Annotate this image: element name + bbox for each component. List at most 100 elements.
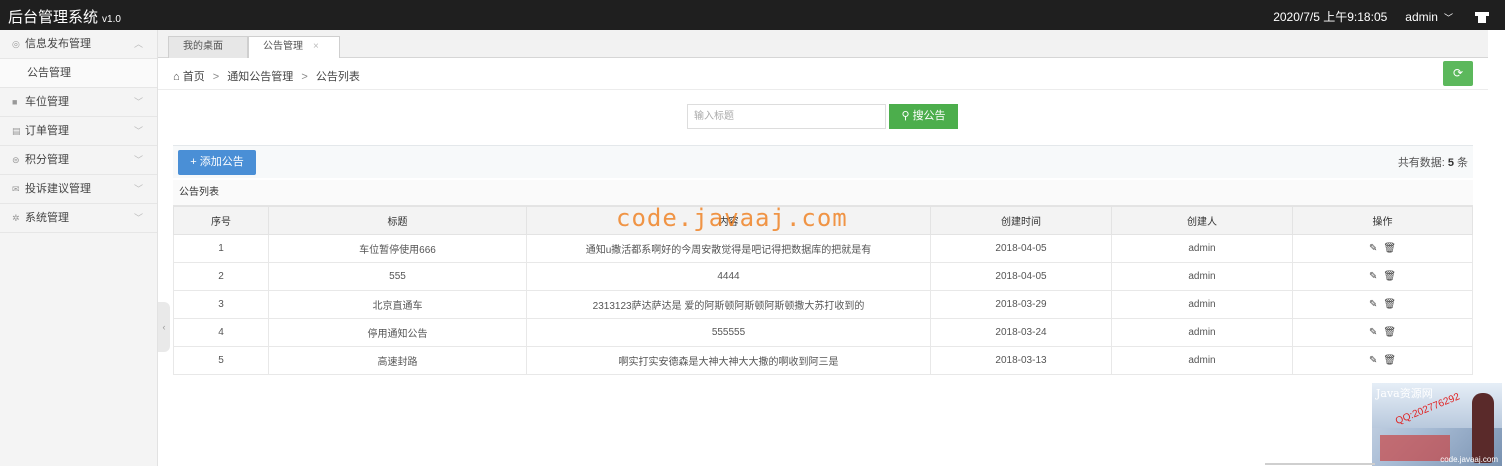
- breadcrumb-level1[interactable]: 通知公告管理: [227, 71, 293, 83]
- chevron-down-icon: ﹀: [1443, 12, 1453, 23]
- sidebar: ◎ 信息发布管理 ︿ 公告管理 ■ 车位管理 ﹀ ▤ 订单管理 ﹀ ⊜ 积分管理 ﹀ ✉…: [0, 30, 158, 466]
- row-actions: ✎ 🗑: [1292, 318, 1473, 347]
- column-header: 创建人: [1111, 206, 1293, 235]
- tab-my-desktop[interactable]: 我的桌面: [168, 36, 248, 58]
- table-cell: 啊实打实安德森是大神大神大大撒的啊收到阿三是: [526, 346, 931, 375]
- points-icon: ⊜: [12, 155, 20, 165]
- car-icon: ■: [12, 97, 18, 107]
- top-bar: 后台管理系统 v1.0 2020/7/5 上午9:18:05 admin ﹀: [0, 0, 1505, 30]
- delete-icon[interactable]: 🗑: [1383, 299, 1396, 310]
- breadcrumb: ⌂ 首页 > 通知公告管理 > 公告列表: [173, 68, 360, 84]
- sidebar-item-label: 订单管理: [25, 125, 69, 137]
- total-prefix: 共有数据:: [1397, 157, 1445, 169]
- sidebar-subitem-notice[interactable]: 公告管理: [0, 59, 157, 88]
- chevron-up-icon: ︿: [133, 39, 143, 49]
- edit-icon[interactable]: ✎: [1369, 327, 1377, 338]
- search-button[interactable]: ⚲ 搜公告: [889, 104, 958, 129]
- gear-icon: ✲: [12, 213, 20, 223]
- total-number: 5: [1447, 157, 1454, 169]
- table-cell: 2018-03-24: [930, 318, 1112, 347]
- watermark-text: code.javaaj.com: [616, 204, 848, 232]
- row-actions: ✎ 🗑: [1292, 346, 1473, 375]
- table-cell: 车位暂停使用666: [268, 234, 527, 263]
- table-cell: 北京直通车: [268, 290, 527, 319]
- sidebar-collapse-handle[interactable]: ‹: [158, 302, 170, 352]
- table-cell: 2018-03-13: [930, 346, 1112, 375]
- user-name: admin: [1405, 9, 1438, 24]
- table-cell: 高速封路: [268, 346, 527, 375]
- current-datetime: 2020/7/5 上午9:18:05: [1273, 10, 1388, 24]
- row-actions: ✎ 🗑: [1292, 290, 1473, 319]
- table-cell: admin: [1111, 318, 1293, 347]
- chevron-down-icon: ﹀: [133, 155, 143, 165]
- ad-site: code.javaaj.com: [1440, 455, 1498, 464]
- chevron-left-icon: ‹: [162, 322, 166, 332]
- delete-icon[interactable]: 🗑: [1383, 243, 1396, 254]
- edit-icon[interactable]: ✎: [1369, 299, 1377, 310]
- column-header: 标题: [268, 206, 527, 235]
- search-button-label: 搜公告: [912, 110, 946, 122]
- app-version: v1.0: [102, 14, 121, 25]
- refresh-button[interactable]: ⟳: [1443, 61, 1473, 86]
- table-row: 1 车位暂停使用666 通知u撒活都系啊好的今周安散觉得是吧记得把数据库的把就是…: [173, 234, 1473, 263]
- breadcrumb-home[interactable]: 首页: [183, 71, 205, 83]
- delete-icon[interactable]: 🗑: [1383, 355, 1396, 366]
- user-menu[interactable]: admin ﹀: [1405, 10, 1453, 24]
- sidebar-item-system[interactable]: ✲ 系统管理 ﹀: [0, 204, 157, 233]
- tab-bar: 我的桌面 公告管理 ×: [158, 30, 1488, 58]
- table-cell: 2018-04-05: [930, 234, 1112, 263]
- mail-icon: ✉: [12, 184, 20, 194]
- sidebar-item-orders[interactable]: ▤ 订单管理 ﹀: [0, 117, 157, 146]
- add-notice-label: 添加公告: [199, 156, 244, 168]
- search-icon: ⚲: [901, 110, 910, 122]
- tab-label: 公告管理: [263, 41, 303, 52]
- sidebar-item-label: 系统管理: [25, 212, 69, 224]
- table-cell: 2018-04-05: [930, 262, 1112, 291]
- table-cell: admin: [1111, 290, 1293, 319]
- list-title: 公告列表: [173, 180, 1473, 206]
- sidebar-item-info-publish[interactable]: ◎ 信息发布管理 ︿: [0, 30, 157, 59]
- total-count: 共有数据: 5 条: [1398, 154, 1468, 170]
- delete-icon[interactable]: 🗑: [1383, 271, 1396, 282]
- add-notice-button[interactable]: + 添加公告: [178, 150, 256, 175]
- sidebar-item-points[interactable]: ⊜ 积分管理 ﹀: [0, 146, 157, 175]
- table-cell: 555555: [526, 318, 931, 347]
- sidebar-item-complaints[interactable]: ✉ 投诉建议管理 ﹀: [0, 175, 157, 204]
- tab-notice-management[interactable]: 公告管理 ×: [248, 36, 340, 58]
- list-toolbar: + 添加公告 共有数据: 5 条: [173, 145, 1473, 178]
- tab-label: 我的桌面: [183, 41, 223, 52]
- delete-icon[interactable]: 🗑: [1383, 327, 1396, 338]
- table-cell: 2018-03-29: [930, 290, 1112, 319]
- message-icon: ◎: [12, 39, 20, 49]
- chevron-down-icon: ﹀: [133, 213, 143, 223]
- search-input[interactable]: 输入标题: [687, 104, 886, 129]
- sidebar-item-label: 信息发布管理: [25, 38, 91, 50]
- table-cell: 停用通知公告: [268, 318, 527, 347]
- table-cell: 5: [173, 346, 269, 375]
- shirt-icon[interactable]: [1475, 11, 1489, 23]
- row-actions: ✎ 🗑: [1292, 234, 1473, 263]
- sidebar-item-parking[interactable]: ■ 车位管理 ﹀: [0, 88, 157, 117]
- total-suffix: 条: [1457, 157, 1468, 169]
- row-actions: ✎ 🗑: [1292, 262, 1473, 291]
- sidebar-item-label: 公告管理: [27, 67, 71, 79]
- table-cell: admin: [1111, 262, 1293, 291]
- table-cell: 2313123萨达萨达是 爱的阿斯顿阿斯顿阿斯顿撒大苏打收到的: [526, 290, 931, 319]
- app-brand[interactable]: 后台管理系统 v1.0: [8, 6, 121, 27]
- app-title: 后台管理系统: [8, 9, 99, 26]
- refresh-icon: ⟳: [1452, 66, 1464, 80]
- table-cell: 4444: [526, 262, 931, 291]
- sidebar-item-label: 积分管理: [25, 154, 69, 166]
- close-icon[interactable]: ×: [313, 41, 319, 52]
- table-cell: admin: [1111, 234, 1293, 263]
- ad-image[interactable]: Java资源网 QQ:202776292 code.javaaj.com: [1372, 383, 1502, 466]
- edit-icon[interactable]: ✎: [1369, 271, 1377, 282]
- edit-icon[interactable]: ✎: [1369, 355, 1377, 366]
- plus-icon: +: [190, 156, 197, 168]
- sidebar-item-label: 投诉建议管理: [25, 183, 91, 195]
- home-icon: ⌂: [173, 71, 180, 83]
- bottom-scroll-indicator: [1265, 463, 1375, 465]
- table-cell: 通知u撒活都系啊好的今周安散觉得是吧记得把数据库的把就是有: [526, 234, 931, 263]
- breadcrumb-separator: >: [212, 71, 220, 83]
- edit-icon[interactable]: ✎: [1369, 243, 1377, 254]
